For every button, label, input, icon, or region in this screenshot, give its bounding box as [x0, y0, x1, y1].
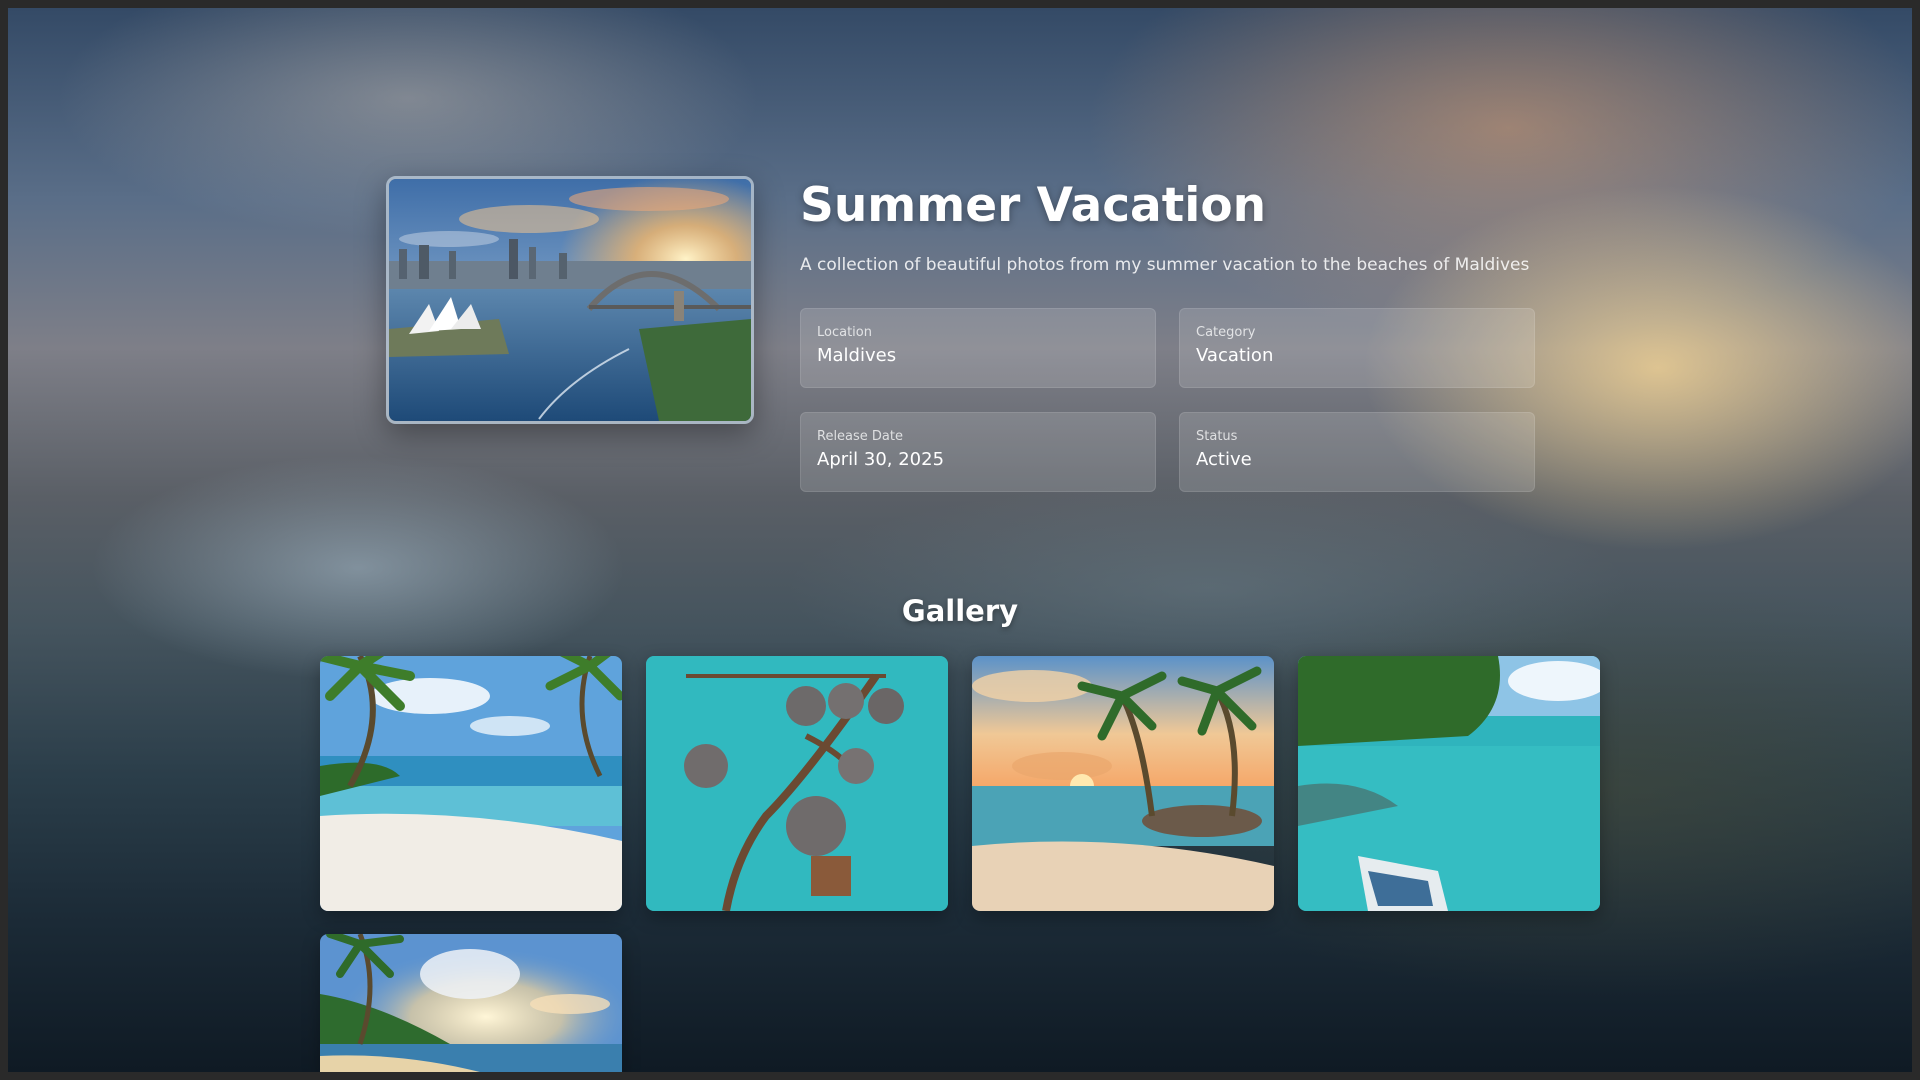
- gallery-photo-4[interactable]: [1298, 656, 1600, 911]
- palm-beach-photo: [320, 656, 622, 911]
- gallery-photo-5[interactable]: [320, 934, 622, 1072]
- app-window: Summer Vacation A collection of beautifu…: [8, 8, 1912, 1072]
- cover-image: [386, 176, 754, 424]
- album-title: Summer Vacation: [800, 178, 1267, 233]
- location-value: Maldives: [817, 345, 897, 366]
- gallery-photo-1[interactable]: [320, 656, 622, 911]
- category-card: Category Vacation: [1179, 308, 1535, 388]
- category-label: Category: [1196, 325, 1256, 340]
- location-label: Location: [817, 325, 872, 340]
- gallery-photo-3[interactable]: [972, 656, 1274, 911]
- release-date-card: Release Date April 30, 2025: [800, 412, 1156, 492]
- status-card: Status Active: [1179, 412, 1535, 492]
- gallery-heading: Gallery: [901, 594, 1019, 628]
- location-card: Location Maldives: [800, 308, 1156, 388]
- overwater-villas-photo: [646, 656, 948, 911]
- gallery-photo-2[interactable]: [646, 656, 948, 911]
- category-value: Vacation: [1196, 345, 1274, 366]
- release-date-value: April 30, 2025: [817, 449, 945, 470]
- tropical-sunset-beach-photo: [320, 934, 622, 1072]
- sunset-palms-photo: [972, 656, 1274, 911]
- status-label: Status: [1196, 429, 1238, 444]
- lagoon-boat-photo: [1298, 656, 1600, 911]
- status-value: Active: [1196, 449, 1252, 470]
- sydney-harbour-photo: [389, 179, 751, 421]
- album-description: A collection of beautiful photos from my…: [800, 255, 1530, 275]
- release-date-label: Release Date: [817, 429, 903, 444]
